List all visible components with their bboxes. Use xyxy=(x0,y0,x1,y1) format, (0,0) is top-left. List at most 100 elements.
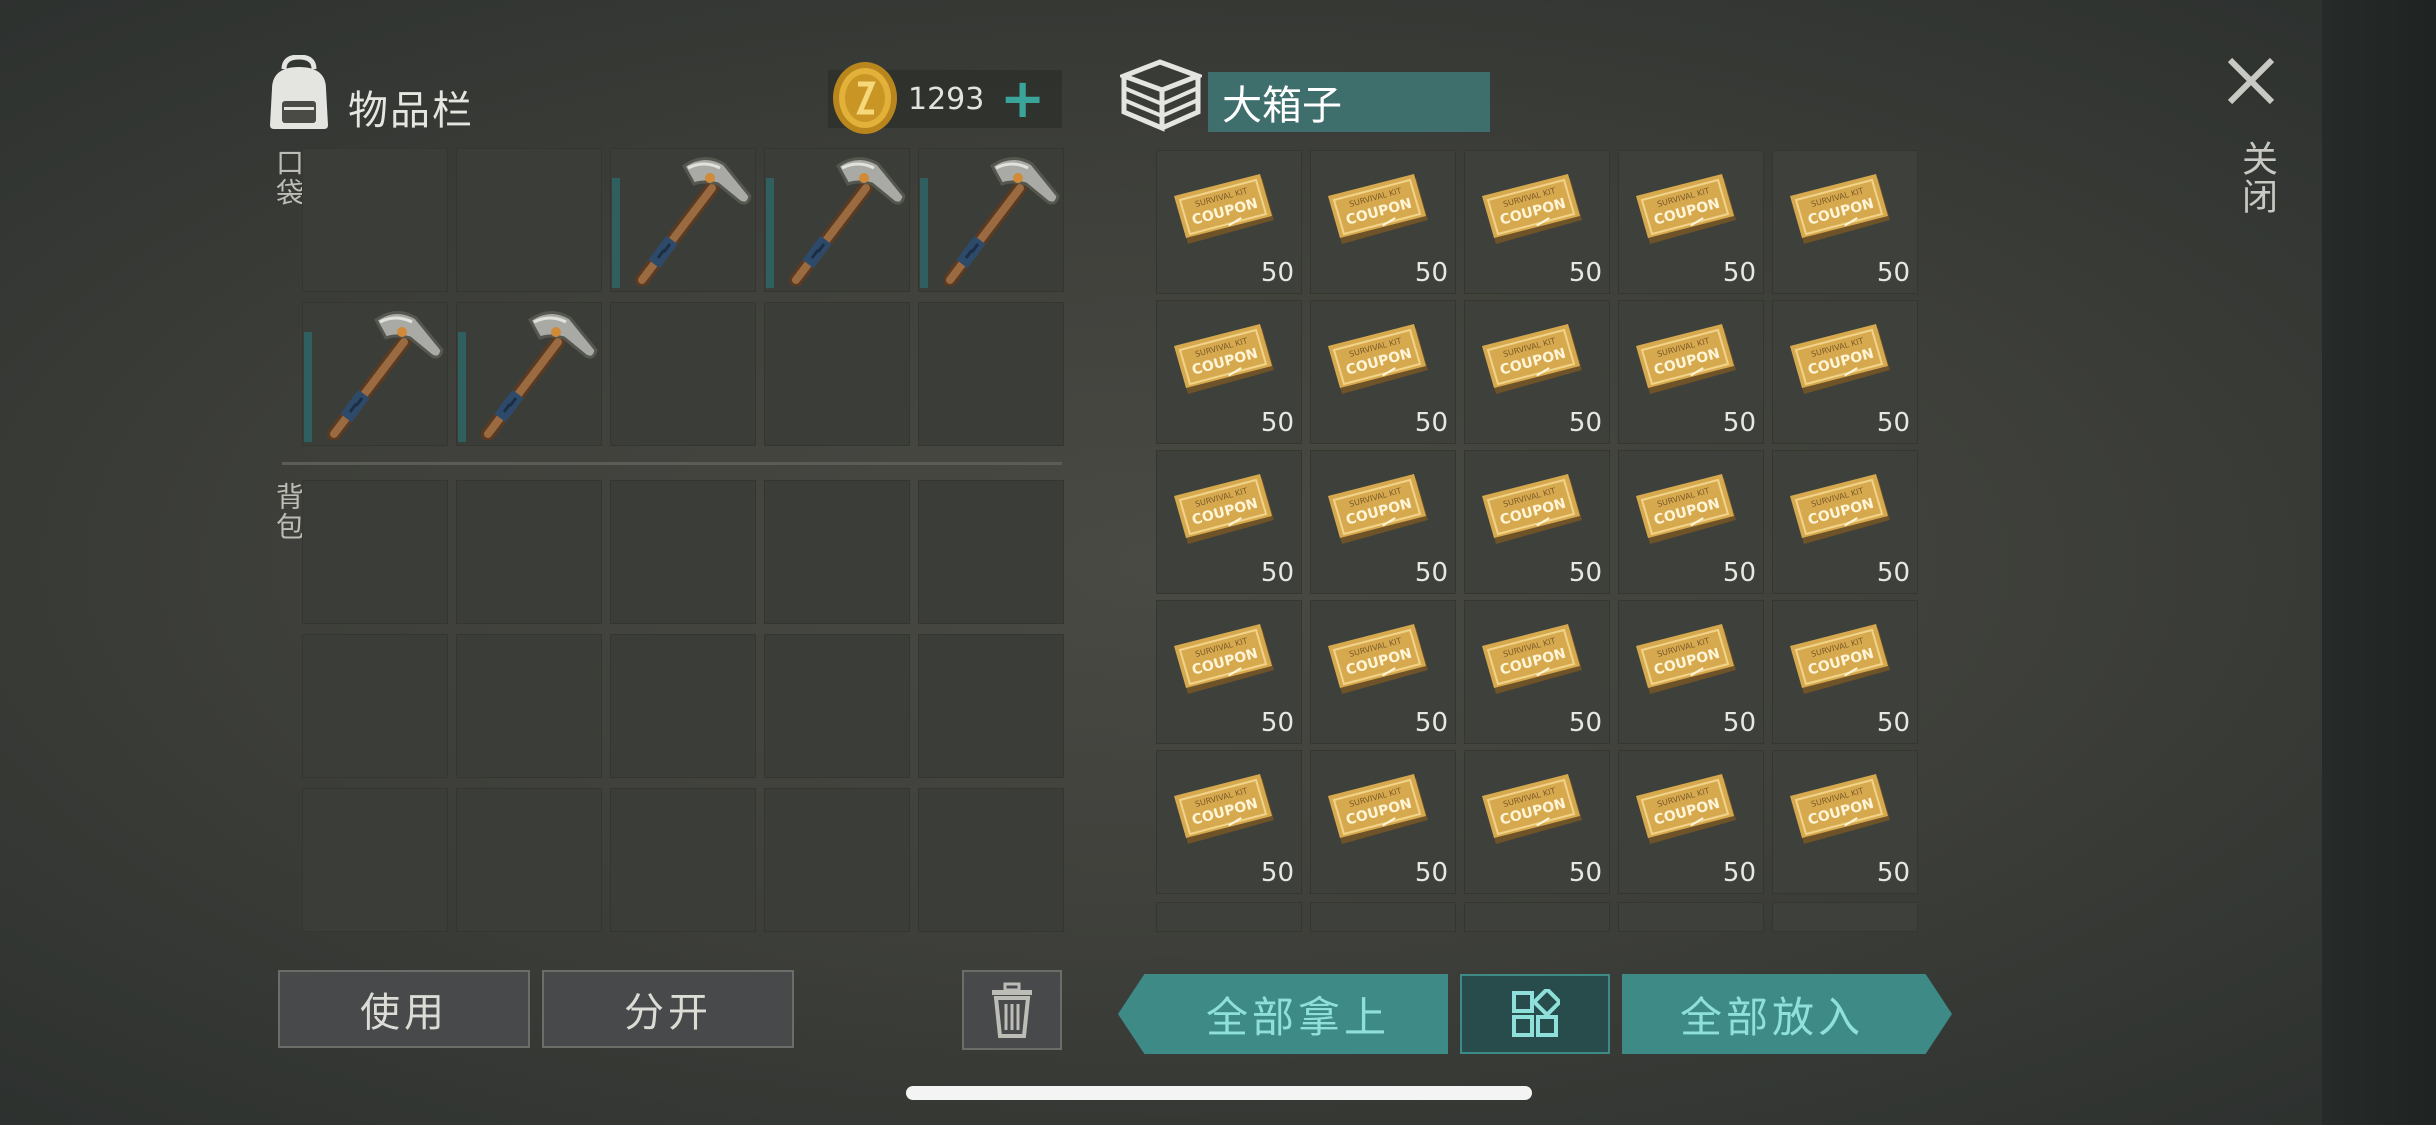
backpack-slot[interactable] xyxy=(918,634,1064,778)
backpack-slot[interactable] xyxy=(610,788,756,932)
container-slot[interactable]: 50 xyxy=(1464,300,1610,444)
item-quantity: 50 xyxy=(1260,408,1294,438)
coupon-icon xyxy=(1173,473,1275,545)
pocket-slot[interactable] xyxy=(302,302,448,446)
item-quantity: 50 xyxy=(1568,258,1602,288)
container-slot[interactable]: 50 xyxy=(1156,600,1302,744)
pocket-slot[interactable] xyxy=(764,302,910,446)
inventory-title: 物品栏 xyxy=(348,88,474,134)
item-quantity: 50 xyxy=(1414,858,1448,888)
container-slot[interactable]: 50 xyxy=(1310,300,1456,444)
item-quantity: 50 xyxy=(1260,858,1294,888)
backpack-slot[interactable] xyxy=(764,480,910,624)
container-slot[interactable] xyxy=(1772,902,1918,932)
container-slot[interactable] xyxy=(1156,902,1302,932)
pocket-slot[interactable] xyxy=(610,148,756,292)
take-all-button[interactable]: 全部拿上 xyxy=(1118,974,1448,1054)
pocket-slot[interactable] xyxy=(764,148,910,292)
backpack-slot[interactable] xyxy=(302,480,448,624)
container-slot[interactable]: 50 xyxy=(1310,750,1456,894)
backpack-slot[interactable] xyxy=(302,788,448,932)
pocket-slot[interactable] xyxy=(918,148,1064,292)
backpack-slot[interactable] xyxy=(610,634,756,778)
backpack-slot[interactable] xyxy=(456,788,602,932)
add-currency-button[interactable]: + xyxy=(1000,72,1045,126)
coupon-icon xyxy=(1635,473,1737,545)
coupon-icon xyxy=(1789,473,1891,545)
coupon-icon xyxy=(1327,773,1429,845)
coupon-icon xyxy=(1789,173,1891,245)
container-slot[interactable]: 50 xyxy=(1310,450,1456,594)
container-slot[interactable]: 50 xyxy=(1618,300,1764,444)
backpack-slot[interactable] xyxy=(764,634,910,778)
container-slot[interactable] xyxy=(1464,902,1610,932)
backpack-slot[interactable] xyxy=(610,480,756,624)
container-slot[interactable]: 50 xyxy=(1156,150,1302,294)
container-slot[interactable]: 50 xyxy=(1464,600,1610,744)
item-quantity: 50 xyxy=(1876,558,1910,588)
coupon-icon xyxy=(1173,773,1275,845)
backpack-slot[interactable] xyxy=(456,480,602,624)
coupon-icon xyxy=(1327,173,1429,245)
container-slot[interactable]: 50 xyxy=(1772,600,1918,744)
home-indicator[interactable] xyxy=(906,1086,1532,1100)
close-icon[interactable] xyxy=(2224,54,2278,108)
backpack-slot[interactable] xyxy=(918,480,1064,624)
container-slot[interactable] xyxy=(1618,902,1764,932)
coupon-icon xyxy=(1327,473,1429,545)
item-quantity: 50 xyxy=(1414,558,1448,588)
use-button[interactable]: 使用 xyxy=(278,970,530,1048)
container-slot[interactable]: 50 xyxy=(1156,750,1302,894)
close-label[interactable]: 关闭 xyxy=(2230,140,2282,216)
container-slot[interactable]: 50 xyxy=(1464,750,1610,894)
sort-button[interactable] xyxy=(1460,974,1610,1054)
container-slot[interactable]: 50 xyxy=(1310,150,1456,294)
pocket-slot[interactable] xyxy=(610,302,756,446)
durability-bar xyxy=(766,178,774,288)
container-slot[interactable]: 50 xyxy=(1618,600,1764,744)
item-quantity: 50 xyxy=(1722,858,1756,888)
container-slot[interactable] xyxy=(1310,902,1456,932)
durability-bar xyxy=(304,332,312,442)
item-quantity: 50 xyxy=(1722,708,1756,738)
container-slot[interactable]: 50 xyxy=(1618,150,1764,294)
coupon-icon xyxy=(1481,173,1583,245)
item-quantity: 50 xyxy=(1568,858,1602,888)
backpack-slot[interactable] xyxy=(918,788,1064,932)
container-slot[interactable]: 50 xyxy=(1156,450,1302,594)
pocket-slot[interactable] xyxy=(456,148,602,292)
durability-bar xyxy=(458,332,466,442)
pocket-slot[interactable] xyxy=(456,302,602,446)
put-all-button[interactable]: 全部放入 xyxy=(1622,974,1952,1054)
container-slot[interactable]: 50 xyxy=(1772,450,1918,594)
split-button[interactable]: 分开 xyxy=(542,970,794,1048)
container-slot[interactable]: 50 xyxy=(1772,750,1918,894)
item-quantity: 50 xyxy=(1414,258,1448,288)
container-slot[interactable]: 50 xyxy=(1772,150,1918,294)
coupon-icon xyxy=(1481,473,1583,545)
container-slot[interactable]: 50 xyxy=(1464,450,1610,594)
backpack-slot[interactable] xyxy=(302,634,448,778)
container-slot[interactable]: 50 xyxy=(1464,150,1610,294)
pocket-slot[interactable] xyxy=(302,148,448,292)
container-slot[interactable]: 50 xyxy=(1310,600,1456,744)
container-slot[interactable]: 50 xyxy=(1156,300,1302,444)
coupon-icon xyxy=(1635,173,1737,245)
backpack-icon xyxy=(270,55,328,129)
container-title: 大箱子 xyxy=(1208,72,1490,132)
container-slot[interactable]: 50 xyxy=(1772,300,1918,444)
trash-button[interactable] xyxy=(962,970,1062,1050)
backpack-slot[interactable] xyxy=(456,634,602,778)
container-slot[interactable]: 50 xyxy=(1618,750,1764,894)
container-slot[interactable]: 50 xyxy=(1618,450,1764,594)
pocket-slot[interactable] xyxy=(918,302,1064,446)
coupon-icon xyxy=(1481,623,1583,695)
item-quantity: 50 xyxy=(1260,558,1294,588)
coupon-icon xyxy=(1789,773,1891,845)
item-quantity: 50 xyxy=(1876,858,1910,888)
coupon-icon xyxy=(1635,323,1737,395)
item-quantity: 50 xyxy=(1568,708,1602,738)
backpack-slot[interactable] xyxy=(764,788,910,932)
trash-icon xyxy=(992,982,1032,1038)
crate-icon xyxy=(1120,59,1202,132)
